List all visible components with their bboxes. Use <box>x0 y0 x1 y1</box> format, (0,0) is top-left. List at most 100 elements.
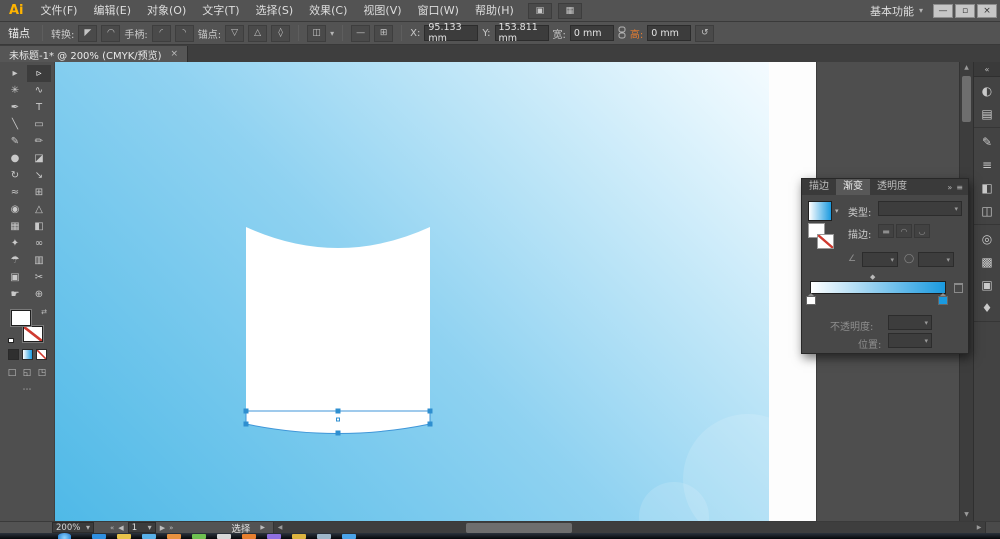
expand-panels-icon[interactable]: « <box>974 62 1000 77</box>
zoom-level-dropdown[interactable]: 200% ▾ <box>52 522 94 533</box>
mesh-tool[interactable]: ▦ <box>3 218 27 235</box>
vertical-scrollbar-thumb[interactable] <box>962 76 971 122</box>
direct-selection-tool[interactable]: ▹ <box>27 65 51 82</box>
previous-artboard-icon[interactable]: ◀ <box>118 524 123 532</box>
x-field[interactable]: 95.133 mm <box>424 25 478 41</box>
gradient-stop-blue[interactable] <box>938 296 948 305</box>
perspective-grid-tool[interactable]: △ <box>27 201 51 218</box>
menu-select[interactable]: 选择(S) <box>248 0 302 21</box>
tab-gradient[interactable]: 渐变 <box>836 179 870 195</box>
symbol-sprayer-tool[interactable]: ☂ <box>3 252 27 269</box>
selected-shape[interactable] <box>55 62 769 521</box>
chevron-down-icon[interactable]: ▾ <box>835 207 839 215</box>
pen-tool[interactable]: ✒ <box>3 99 27 116</box>
screen-mode-button[interactable]: ⋯ <box>0 385 54 395</box>
menu-object[interactable]: 对象(O) <box>139 0 194 21</box>
hand-tool[interactable]: ☛ <box>3 286 27 303</box>
color-panel-icon[interactable]: ◐ <box>974 79 1000 102</box>
aspect-ratio-dropdown[interactable]: ▾ <box>918 252 954 267</box>
gradient-slider[interactable] <box>810 281 946 294</box>
close-button[interactable]: × <box>977 4 997 18</box>
gradient-midpoint-marker[interactable]: ◆ <box>870 273 875 281</box>
horizontal-scrollbar-thumb[interactable] <box>466 523 572 533</box>
anchor-point[interactable] <box>428 422 433 427</box>
tab-transparency[interactable]: 透明度 <box>870 179 914 195</box>
lasso-tool[interactable]: ∿ <box>27 82 51 99</box>
menu-help[interactable]: 帮助(H) <box>467 0 522 21</box>
slice-tool[interactable]: ✂ <box>27 269 51 286</box>
position-dropdown[interactable]: ▾ <box>888 333 932 348</box>
horizontal-scrollbar[interactable]: ◀ ▶ <box>273 522 986 534</box>
gradient-thumbnail[interactable] <box>808 201 832 221</box>
y-field[interactable]: 153.811 mm <box>495 25 549 41</box>
collapse-panel-icon[interactable]: » <box>947 183 952 192</box>
draw-behind-button[interactable]: ◱ <box>21 367 34 379</box>
minimize-button[interactable]: — <box>933 4 953 18</box>
gradient-panel-icon[interactable]: ◧ <box>974 176 1000 199</box>
taskbar-app-1[interactable] <box>92 534 106 539</box>
document-tab[interactable]: 未标题-1* @ 200% (CMYK/预览) × <box>0 46 188 62</box>
opacity-dropdown[interactable]: ▾ <box>888 315 932 330</box>
cut-path-button[interactable]: ◊ <box>271 25 290 42</box>
artboard-tool[interactable]: ▣ <box>3 269 27 286</box>
gradient-stroke-proxy[interactable] <box>817 234 834 249</box>
default-fill-stroke-icon[interactable] <box>8 338 14 343</box>
menu-edit[interactable]: 编辑(E) <box>85 0 139 21</box>
gradient-button[interactable] <box>22 349 33 360</box>
blend-tool[interactable]: ∞ <box>27 235 51 252</box>
taskbar-app-5[interactable] <box>192 534 206 539</box>
white-shape-path[interactable] <box>246 227 430 434</box>
first-artboard-icon[interactable]: « <box>110 524 114 532</box>
taskbar-app-8[interactable] <box>267 534 281 539</box>
artboards-panel-icon[interactable]: ▣ <box>974 273 1000 296</box>
transform-button[interactable]: ↺ <box>695 25 714 42</box>
constrain-link-icon[interactable] <box>618 26 626 40</box>
scroll-up-icon[interactable]: ▲ <box>960 62 973 74</box>
draw-normal-button[interactable]: □ <box>6 367 19 379</box>
scroll-right-icon[interactable]: ▶ <box>973 522 985 534</box>
isolate-button[interactable]: ◫ <box>307 25 326 42</box>
menu-file[interactable]: 文件(F) <box>33 0 86 21</box>
restore-button[interactable]: ▫ <box>955 4 975 18</box>
width-tool[interactable]: ≈ <box>3 184 27 201</box>
anchor-point[interactable] <box>336 431 341 436</box>
appearance-panel-icon[interactable]: ◎ <box>974 227 1000 250</box>
stroke-swatch[interactable] <box>23 326 43 342</box>
anchor-point[interactable] <box>244 422 249 427</box>
delete-stop-icon[interactable] <box>954 283 963 293</box>
show-handles-button[interactable]: ◜ <box>152 25 171 42</box>
gradient-stop-white[interactable] <box>806 296 816 305</box>
stroke-gradient-across-button[interactable]: ◡ <box>914 224 930 238</box>
swatches-panel-icon[interactable]: ▤ <box>974 102 1000 125</box>
fill-swatch[interactable] <box>11 310 31 326</box>
workspace-switcher[interactable]: 基本功能 ▾ <box>860 3 933 19</box>
taskbar-app-2[interactable] <box>117 534 131 539</box>
status-flyout-icon[interactable]: ▶ <box>260 524 265 531</box>
taskbar-app-10[interactable] <box>317 534 331 539</box>
pencil-tool[interactable]: ✏ <box>27 133 51 150</box>
angle-dropdown[interactable]: ▾ <box>862 252 898 267</box>
scale-tool[interactable]: ↘ <box>27 167 51 184</box>
paintbrush-tool[interactable]: ✎ <box>3 133 27 150</box>
taskbar-app-6[interactable] <box>217 534 231 539</box>
column-graph-tool[interactable]: ▥ <box>27 252 51 269</box>
selection-tool[interactable]: ▸ <box>3 65 27 82</box>
hide-handles-button[interactable]: ◝ <box>175 25 194 42</box>
artboard-number-dropdown[interactable]: 1 ▾ <box>128 522 156 533</box>
transparency-panel-icon[interactable]: ◫ <box>974 199 1000 222</box>
layers-panel-icon[interactable]: ▩ <box>974 250 1000 273</box>
anchor-point[interactable] <box>336 409 341 414</box>
stroke-options-button[interactable]: — <box>351 25 370 42</box>
free-transform-tool[interactable]: ⊞ <box>27 184 51 201</box>
rectangle-tool[interactable]: ▭ <box>27 116 51 133</box>
taskbar-app-9[interactable] <box>292 534 306 539</box>
anchor-point[interactable] <box>244 409 249 414</box>
grid-options-button[interactable]: ⊞ <box>374 25 393 42</box>
width-field[interactable]: 0 mm <box>570 25 614 41</box>
brushes-panel-icon[interactable]: ✎ <box>974 130 1000 153</box>
convert-to-smooth-button[interactable]: ◠ <box>101 25 120 42</box>
taskbar-app-7[interactable] <box>242 534 256 539</box>
blob-brush-tool[interactable]: ● <box>3 150 27 167</box>
height-field[interactable]: 0 mm <box>647 25 691 41</box>
taskbar-app-4[interactable] <box>167 534 181 539</box>
